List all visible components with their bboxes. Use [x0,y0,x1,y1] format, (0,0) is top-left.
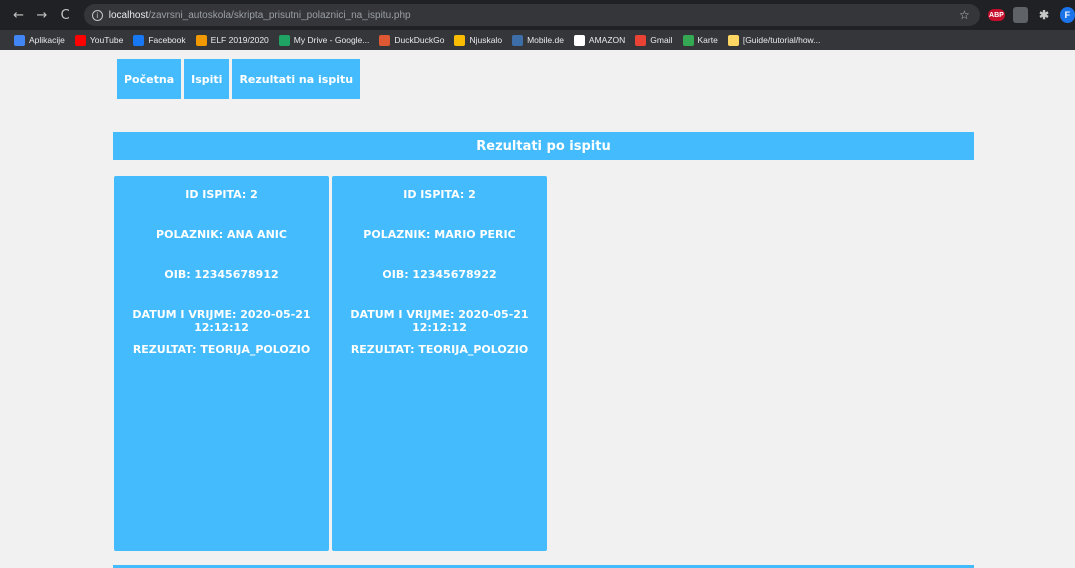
exam-id: ID ISPITA: 2 [403,188,476,201]
exam-result: REZULTAT: TEORIJA_POLOZIO [350,343,529,356]
section-title: Rezultati po ispitu [113,132,974,160]
duckduckgo-icon [379,34,391,46]
bookmark-label: [Guide/tutorial/how... [742,35,821,45]
page-content: Početna Ispiti Rezultati na ispitu Rezul… [0,50,1075,568]
bookmark-label: YouTube [89,35,124,45]
result-card: ID ISPITA: 2 POLAZNIK: ANA ANIC OIB: 123… [114,176,329,551]
maps-icon [682,34,694,46]
gmail-icon [635,34,647,46]
bookmark-label: Mobile.de [527,35,564,45]
exam-datetime: DATUM I VRIJME: 2020-05-21 12:12:12 [132,308,311,334]
bookmark-item[interactable]: Njuskalo [454,34,503,46]
drive-icon [278,34,290,46]
bookmark-label: DuckDuckGo [394,35,445,45]
extensions-puzzle-icon[interactable]: ✱ [1036,7,1051,23]
bookmark-star-icon[interactable]: ☆ [959,8,970,22]
mobilede-icon [512,34,524,46]
facebook-icon [133,34,145,46]
bookmark-item[interactable]: AMAZON [573,34,626,46]
youtube-icon [74,34,86,46]
bookmark-label: Facebook [148,35,186,45]
results-list: ID ISPITA: 2 POLAZNIK: ANA ANIC OIB: 123… [114,176,550,551]
bookmark-item[interactable]: Facebook [133,34,186,46]
student-name: POLAZNIK: MARIO PERIC [363,228,516,241]
student-oib: OIB: 12345678912 [164,268,279,281]
address-bar[interactable]: i localhost /zavrsni_autoskola/skripta_p… [83,4,980,26]
nav-exams-link[interactable]: Ispiti [184,59,230,99]
bookmark-label: AMAZON [588,35,626,45]
student-oib: OIB: 12345678922 [382,268,497,281]
njuskalo-icon [454,34,466,46]
profile-avatar[interactable]: F [1059,7,1075,23]
result-card: ID ISPITA: 2 POLAZNIK: MARIO PERIC OIB: … [332,176,547,551]
extension-icon[interactable] [1013,7,1029,23]
bookmark-label: Aplikacije [29,35,65,45]
bookmark-item[interactable]: Aplikacije [14,34,65,46]
exam-id: ID ISPITA: 2 [185,188,258,201]
forward-icon[interactable]: → [33,6,50,24]
bookmark-item[interactable]: ELF 2019/2020 [195,34,269,46]
nav-home-link[interactable]: Početna [117,59,182,99]
bookmark-item[interactable]: YouTube [74,34,124,46]
url-host: localhost [108,9,149,21]
bookmarks-bar: Aplikacije YouTube Facebook ELF 2019/2020 My… [0,30,1075,50]
student-name: POLAZNIK: ANA ANIC [156,228,287,241]
bookmark-item[interactable]: DuckDuckGo [379,34,445,46]
adblock-extension-icon[interactable]: ABP [987,9,1006,21]
main-nav: Početna Ispiti Rezultati na ispitu [117,59,363,99]
bookmark-label: Karte [697,35,718,45]
url-path: /zavrsni_autoskola/skripta_prisutni_pola… [148,9,411,21]
exam-result: REZULTAT: TEORIJA_POLOZIO [132,343,311,356]
bookmark-item[interactable]: Mobile.de [512,34,564,46]
bookmark-item[interactable]: My Drive - Google... [278,34,370,46]
browser-toolbar: ← → C i localhost /zavrsni_autoskola/skr… [0,0,1075,30]
bookmark-label: My Drive - Google... [293,35,370,45]
bookmark-item[interactable]: Gmail [635,34,673,46]
bookmark-item[interactable]: [Guide/tutorial/how... [727,34,821,46]
amazon-icon [573,34,585,46]
bookmark-item[interactable]: Karte [682,34,718,46]
reload-icon[interactable]: C [57,6,74,24]
back-icon[interactable]: ← [10,6,27,24]
info-icon[interactable]: i [91,9,103,21]
exam-datetime: DATUM I VRIJME: 2020-05-21 12:12:12 [350,308,529,334]
bookmark-label: Njuskalo [469,35,503,45]
page-icon [727,34,739,46]
nav-results-link[interactable]: Rezultati na ispitu [232,59,361,99]
apps-icon [14,34,25,46]
bookmark-label: Gmail [650,35,673,45]
bookmark-label: ELF 2019/2020 [210,35,269,45]
elf-icon [195,34,207,46]
